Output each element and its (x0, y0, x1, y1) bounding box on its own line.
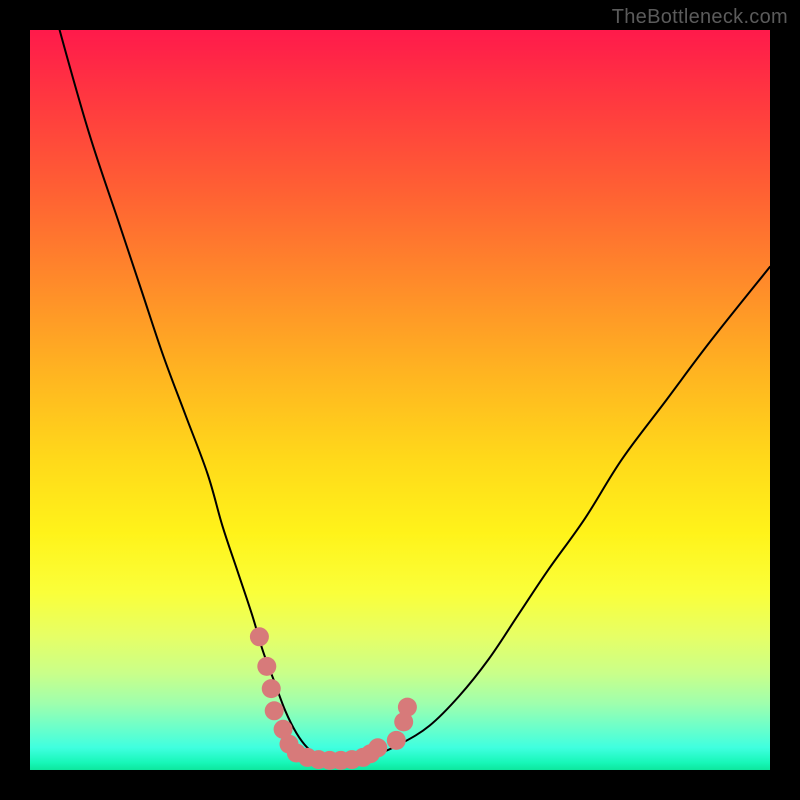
curve-markers (30, 30, 770, 770)
watermark-text: TheBottleneck.com (612, 6, 788, 29)
curve-marker (398, 698, 417, 717)
plot-frame (30, 30, 770, 770)
curve-marker (257, 657, 276, 676)
curve-marker (387, 731, 406, 750)
curve-marker (265, 701, 284, 720)
chart-stage: TheBottleneck.com (0, 0, 800, 800)
curve-marker (368, 738, 387, 757)
curve-marker (262, 679, 281, 698)
curve-marker (250, 627, 269, 646)
